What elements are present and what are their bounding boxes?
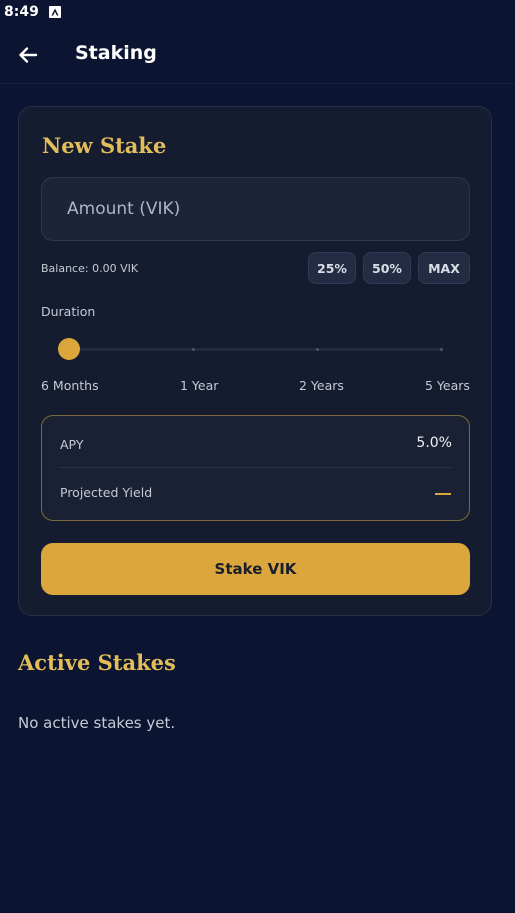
duration-option-2-years[interactable]: 2 Years — [299, 378, 344, 393]
percent-25-button[interactable]: 25% — [308, 252, 356, 284]
back-button[interactable] — [14, 41, 42, 69]
status-bar: 8:49 — [0, 0, 515, 24]
page-title: Staking — [75, 42, 157, 64]
arrow-left-icon — [19, 47, 38, 63]
projected-yield-value — [435, 493, 451, 495]
duration-option-6-months[interactable]: 6 Months — [41, 378, 99, 393]
projected-yield-label: Projected Yield — [60, 485, 153, 500]
app-bar: Staking — [0, 24, 515, 84]
duration-label: Duration — [41, 304, 96, 319]
yield-summary: APY 5.0% Projected Yield — [41, 415, 470, 521]
duration-slider-track[interactable] — [69, 348, 443, 351]
slider-tick — [316, 348, 319, 351]
duration-option-1-year[interactable]: 1 Year — [180, 378, 218, 393]
amount-input[interactable] — [41, 177, 470, 241]
duration-option-5-years[interactable]: 5 Years — [425, 378, 470, 393]
percent-50-button[interactable]: 50% — [363, 252, 411, 284]
new-stake-card: New Stake Balance: 0.00 VIK 25% 50% MAX … — [18, 106, 492, 616]
balance-text: Balance: 0.00 VIK — [41, 262, 139, 275]
new-stake-title: New Stake — [42, 133, 167, 158]
active-stakes-title: Active Stakes — [18, 650, 176, 675]
empty-state-message: No active stakes yet. — [18, 714, 176, 732]
slider-tick — [192, 348, 195, 351]
divider — [59, 467, 452, 468]
a-icon — [48, 6, 61, 18]
max-button[interactable]: MAX — [418, 252, 470, 284]
apy-value: 5.0% — [416, 435, 452, 451]
stake-button[interactable]: Stake VIK — [41, 543, 470, 595]
duration-slider-thumb[interactable] — [58, 338, 80, 360]
status-time: 8:49 — [4, 4, 39, 20]
apy-label: APY — [60, 437, 84, 452]
slider-tick — [440, 348, 443, 351]
